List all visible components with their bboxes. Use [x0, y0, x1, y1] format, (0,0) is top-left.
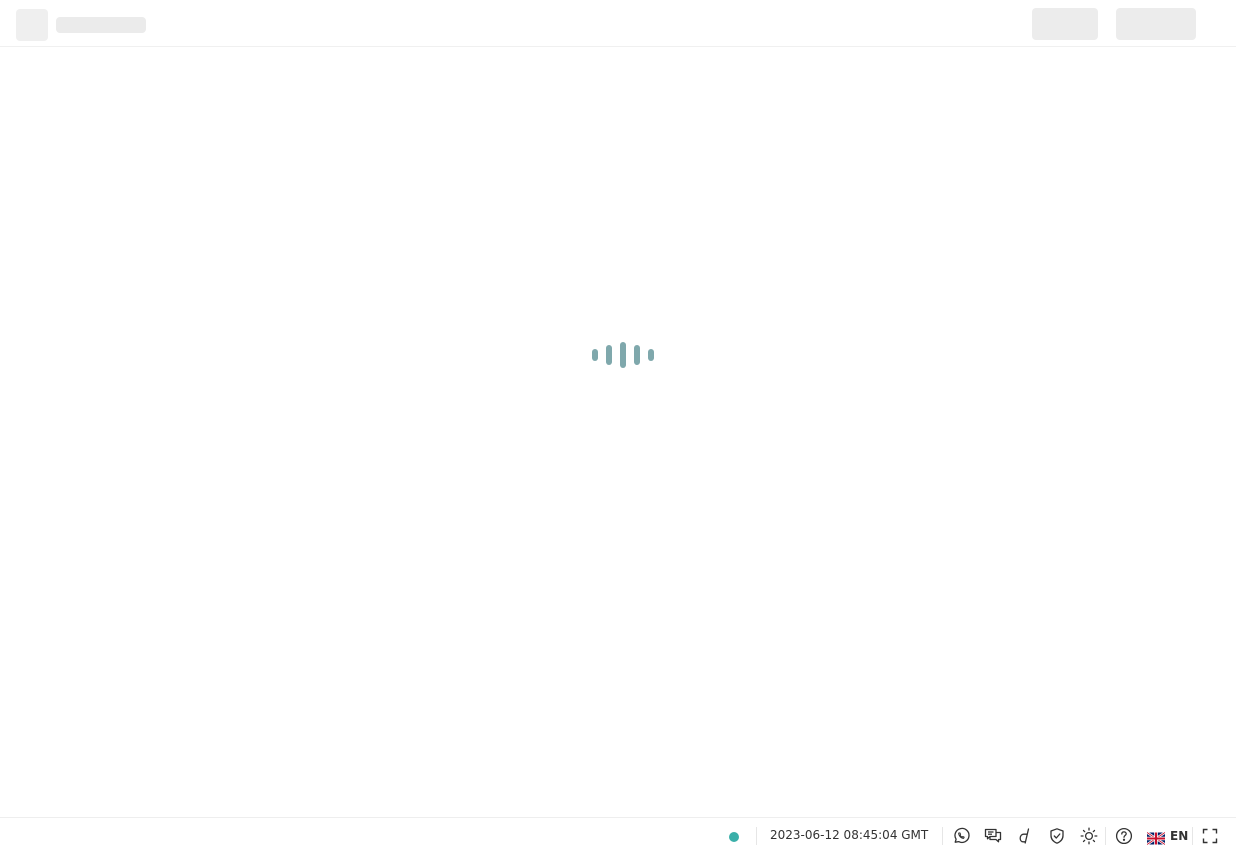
shield-icon[interactable] [1047, 826, 1067, 846]
loading-bars-icon [589, 340, 657, 370]
language-code: EN [1170, 829, 1189, 843]
chat-icon[interactable] [983, 826, 1003, 846]
language-selector[interactable]: EN [1146, 828, 1189, 845]
connection-status-dot [729, 832, 739, 842]
logo-skeleton [16, 9, 48, 41]
uk-flag-icon [1146, 830, 1166, 845]
loader-bar [634, 345, 640, 365]
loader-bar [620, 342, 626, 368]
deriv-icon[interactable] [1015, 826, 1035, 846]
footer-divider [756, 827, 757, 845]
footer-divider [1105, 827, 1106, 845]
title-skeleton [56, 17, 146, 33]
loader-bar [648, 349, 654, 361]
server-time: 2023-06-12 08:45:04 GMT [770, 828, 929, 842]
help-icon[interactable] [1114, 826, 1134, 846]
header-bar [0, 0, 1236, 47]
login-button-skeleton [1032, 8, 1098, 40]
loader-bar [606, 345, 612, 365]
loader-bar [592, 349, 598, 361]
footer-divider [1192, 827, 1193, 845]
footer-divider [942, 827, 943, 845]
theme-sun-icon[interactable] [1079, 826, 1099, 846]
signup-button-skeleton [1116, 8, 1196, 40]
footer-bar: 2023-06-12 08:45:04 GMT EN [0, 817, 1236, 853]
fullscreen-icon[interactable] [1200, 826, 1220, 846]
whatsapp-icon[interactable] [951, 826, 971, 846]
